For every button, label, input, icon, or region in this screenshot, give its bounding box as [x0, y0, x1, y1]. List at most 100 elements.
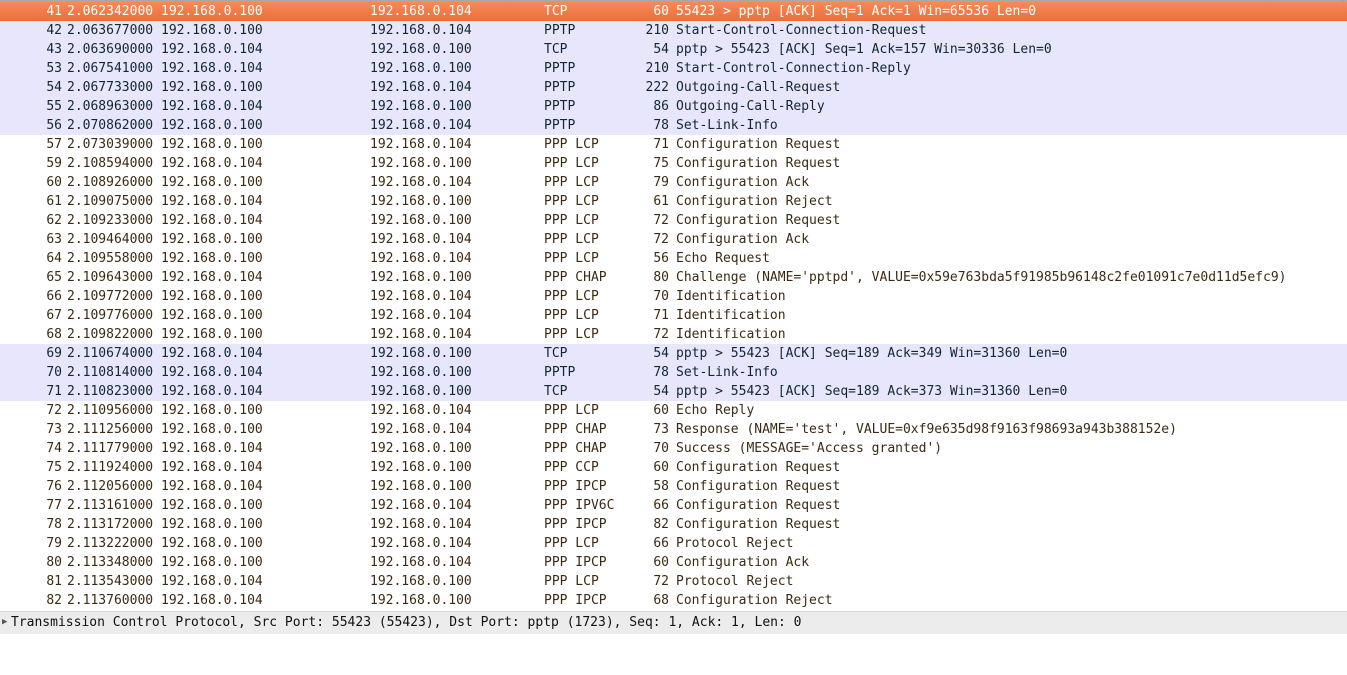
- packet-proto: PPP IPV6C: [544, 498, 615, 513]
- packet-info: Identification: [676, 289, 786, 304]
- packet-no: 70: [46, 365, 62, 380]
- packet-row[interactable]: 76 2.112056000 192.168.0.104 192.168.0.100 P…: [0, 477, 1347, 496]
- packet-list[interactable]: 41 2.062342000 192.168.0.100 192.168.0.104 T…: [0, 2, 1347, 610]
- packet-row[interactable]: 78 2.113172000 192.168.0.100 192.168.0.104 P…: [0, 515, 1347, 534]
- packet-proto: PPP LCP: [544, 574, 599, 589]
- packet-row[interactable]: 57 2.073039000 192.168.0.100 192.168.0.104 P…: [0, 135, 1347, 154]
- packet-row[interactable]: 67 2.109776000 192.168.0.100 192.168.0.104 P…: [0, 306, 1347, 325]
- packet-src: 192.168.0.104: [161, 156, 263, 171]
- packet-no: 61: [46, 194, 62, 209]
- packet-dst: 192.168.0.100: [370, 42, 472, 57]
- packet-proto: PPTP: [544, 365, 576, 380]
- packet-row[interactable]: 62 2.109233000 192.168.0.104 192.168.0.100 P…: [0, 211, 1347, 230]
- packet-dst: 192.168.0.100: [370, 346, 472, 361]
- details-text: Transmission Control Protocol, Src Port:…: [11, 615, 802, 630]
- packet-row[interactable]: 68 2.109822000 192.168.0.100 192.168.0.104 P…: [0, 325, 1347, 344]
- packet-row[interactable]: 59 2.108594000 192.168.0.104 192.168.0.100 P…: [0, 154, 1347, 173]
- packet-src: 192.168.0.100: [161, 403, 263, 418]
- packet-no: 43: [46, 42, 62, 57]
- packet-proto: PPP LCP: [544, 213, 599, 228]
- packet-dst: 192.168.0.104: [370, 555, 472, 570]
- packet-dst: 192.168.0.104: [370, 422, 472, 437]
- packet-len: 78: [653, 365, 669, 380]
- packet-info: Configuration Request: [676, 137, 841, 152]
- packet-src: 192.168.0.100: [161, 137, 263, 152]
- packet-no: 72: [46, 403, 62, 418]
- packet-info: Configuration Request: [676, 156, 841, 171]
- packet-src: 192.168.0.100: [161, 232, 263, 247]
- packet-row[interactable]: 80 2.113348000 192.168.0.100 192.168.0.104 P…: [0, 553, 1347, 572]
- packet-row[interactable]: 69 2.110674000 192.168.0.104 192.168.0.100 T…: [0, 344, 1347, 363]
- packet-row-selected[interactable]: 41 2.062342000 192.168.0.100 192.168.0.104 T…: [0, 2, 1347, 21]
- packet-row[interactable]: 73 2.111256000 192.168.0.100 192.168.0.104 P…: [0, 420, 1347, 439]
- packet-time: 2.113348000: [67, 555, 154, 570]
- packet-time: 2.113543000: [67, 574, 154, 589]
- packet-len: 60: [653, 555, 669, 570]
- packet-row[interactable]: 82 2.113760000 192.168.0.104 192.168.0.100 P…: [0, 591, 1347, 610]
- packet-time: 2.113172000: [67, 517, 154, 532]
- packet-no: 59: [46, 156, 62, 171]
- packet-time: 2.109776000: [67, 308, 154, 323]
- packet-dst: 192.168.0.100: [370, 156, 472, 171]
- packet-info: Configuration Request: [676, 479, 841, 494]
- packet-len: 60: [653, 4, 669, 19]
- packet-proto: PPP LCP: [544, 327, 599, 342]
- packet-row[interactable]: 72 2.110956000 192.168.0.100 192.168.0.104 P…: [0, 401, 1347, 420]
- packet-src: 192.168.0.100: [161, 175, 263, 190]
- packet-row[interactable]: 53 2.067541000 192.168.0.104 192.168.0.100 P…: [0, 59, 1347, 78]
- packet-row[interactable]: 71 2.110823000 192.168.0.104 192.168.0.100 T…: [0, 382, 1347, 401]
- packet-no: 64: [46, 251, 62, 266]
- packet-len: 61: [653, 194, 669, 209]
- packet-row[interactable]: 42 2.063677000 192.168.0.100 192.168.0.104 P…: [0, 21, 1347, 40]
- packet-no: 69: [46, 346, 62, 361]
- packet-src: 192.168.0.100: [161, 23, 263, 38]
- packet-no: 74: [46, 441, 62, 456]
- packet-no: 63: [46, 232, 62, 247]
- packet-row[interactable]: 75 2.111924000 192.168.0.104 192.168.0.100 P…: [0, 458, 1347, 477]
- packet-len: 72: [653, 574, 669, 589]
- packet-row[interactable]: 54 2.067733000 192.168.0.100 192.168.0.104 P…: [0, 78, 1347, 97]
- packet-row[interactable]: 64 2.109558000 192.168.0.100 192.168.0.104 P…: [0, 249, 1347, 268]
- packet-src: 192.168.0.100: [161, 118, 263, 133]
- packet-info: Configuration Request: [676, 498, 841, 513]
- packet-row[interactable]: 60 2.108926000 192.168.0.100 192.168.0.104 P…: [0, 173, 1347, 192]
- packet-time: 2.109772000: [67, 289, 154, 304]
- packet-row[interactable]: 77 2.113161000 192.168.0.100 192.168.0.104 P…: [0, 496, 1347, 515]
- packet-len: 222: [645, 80, 669, 95]
- packet-row[interactable]: 70 2.110814000 192.168.0.104 192.168.0.100 P…: [0, 363, 1347, 382]
- packet-row[interactable]: 63 2.109464000 192.168.0.100 192.168.0.104 P…: [0, 230, 1347, 249]
- packet-time: 2.109558000: [67, 251, 154, 266]
- packet-row[interactable]: 43 2.063690000 192.168.0.104 192.168.0.100 T…: [0, 40, 1347, 59]
- packet-info: pptp > 55423 [ACK] Seq=189 Ack=373 Win=3…: [676, 384, 1068, 399]
- packet-len: 56: [653, 251, 669, 266]
- packet-row[interactable]: 56 2.070862000 192.168.0.100 192.168.0.104 P…: [0, 116, 1347, 135]
- packet-src: 192.168.0.100: [161, 4, 263, 19]
- packet-time: 2.111924000: [67, 460, 154, 475]
- packet-time: 2.108926000: [67, 175, 154, 190]
- packet-row[interactable]: 65 2.109643000 192.168.0.104 192.168.0.100 P…: [0, 268, 1347, 287]
- packet-dst: 192.168.0.104: [370, 289, 472, 304]
- packet-time: 2.113161000: [67, 498, 154, 513]
- packet-proto: PPP CHAP: [544, 422, 607, 437]
- packet-info: Identification: [676, 308, 786, 323]
- packet-dst: 192.168.0.104: [370, 498, 472, 513]
- packet-time: 2.112056000: [67, 479, 154, 494]
- packet-len: 60: [653, 460, 669, 475]
- packet-row[interactable]: 61 2.109075000 192.168.0.104 192.168.0.100 P…: [0, 192, 1347, 211]
- packet-len: 71: [653, 308, 669, 323]
- packet-row[interactable]: 66 2.109772000 192.168.0.100 192.168.0.104 P…: [0, 287, 1347, 306]
- packet-len: 72: [653, 232, 669, 247]
- packet-src: 192.168.0.104: [161, 42, 263, 57]
- packet-info: Outgoing-Call-Request: [676, 80, 841, 95]
- packet-time: 2.109822000: [67, 327, 154, 342]
- packet-proto: TCP: [544, 42, 568, 57]
- packet-row[interactable]: 55 2.068963000 192.168.0.104 192.168.0.100 P…: [0, 97, 1347, 116]
- packet-row[interactable]: 74 2.111779000 192.168.0.104 192.168.0.100 P…: [0, 439, 1347, 458]
- packet-row[interactable]: 81 2.113543000 192.168.0.104 192.168.0.100 P…: [0, 572, 1347, 591]
- packet-src: 192.168.0.104: [161, 384, 263, 399]
- packet-details-row[interactable]: ▶ Transmission Control Protocol, Src Por…: [0, 611, 1347, 634]
- expand-triangle-icon[interactable]: ▶: [2, 612, 7, 633]
- packet-info: Set-Link-Info: [676, 118, 778, 133]
- packet-src: 192.168.0.104: [161, 270, 263, 285]
- packet-row[interactable]: 79 2.113222000 192.168.0.100 192.168.0.104 P…: [0, 534, 1347, 553]
